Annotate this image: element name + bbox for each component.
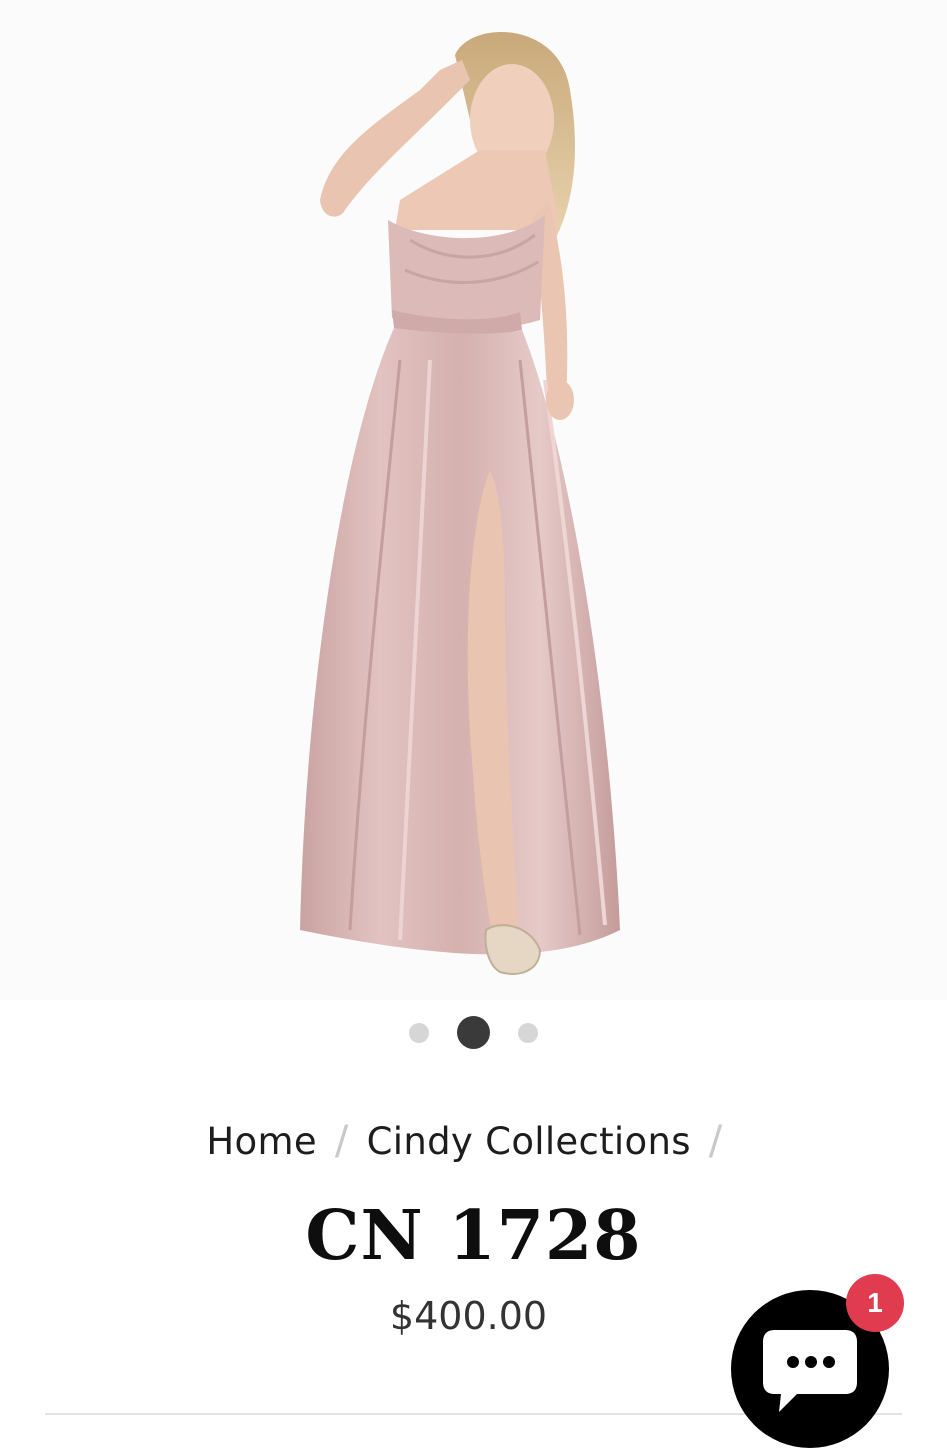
product-image[interactable] (0, 0, 947, 1000)
carousel-dot-2-active[interactable] (457, 1016, 490, 1049)
chat-bubble-icon (763, 1330, 857, 1412)
carousel-dot-3[interactable] (518, 1022, 538, 1043)
product-title: CN 1728 (305, 1196, 642, 1276)
dress-photo-illustration (300, 32, 620, 975)
breadcrumb-separator: / (708, 1118, 723, 1164)
image-carousel-dots (0, 1016, 947, 1049)
breadcrumb-cindy-collections-link[interactable]: Cindy Collections (367, 1120, 691, 1163)
breadcrumb-separator: / (334, 1118, 349, 1164)
chat-unread-badge: 1 (846, 1274, 904, 1332)
breadcrumb-home-link[interactable]: Home (206, 1120, 316, 1163)
carousel-dot-1[interactable] (409, 1022, 429, 1043)
breadcrumb: Home / Cindy Collections / (0, 1118, 947, 1164)
